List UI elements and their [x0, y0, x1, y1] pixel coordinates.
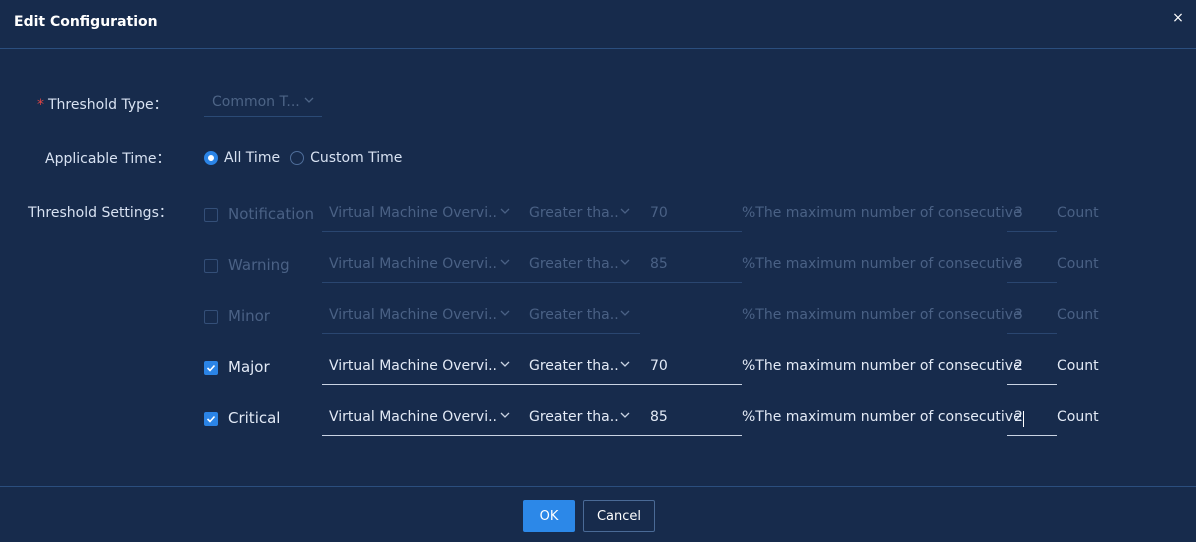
- operator-select[interactable]: Greater tha...: [522, 351, 640, 385]
- threshold-level-label: Minor: [228, 307, 270, 325]
- dialog-title: Edit Configuration: [14, 14, 158, 30]
- threshold-value-input[interactable]: [640, 300, 742, 334]
- threshold-type-label: * Threshold Type：: [37, 97, 168, 113]
- consecutive-description: %The maximum number of consecutive: [742, 256, 1022, 272]
- chevron-down-icon: [500, 361, 510, 367]
- minor-checkbox[interactable]: [204, 310, 218, 324]
- notification-checkbox[interactable]: [204, 208, 218, 222]
- threshold-row-critical: Critical Virtual Machine Overvi... Great…: [204, 402, 1124, 438]
- metric-select[interactable]: Virtual Machine Overvi...: [322, 402, 522, 436]
- edit-configuration-dialog: Edit Configuration × * Threshold Type： Co…: [0, 0, 1196, 542]
- operator-select[interactable]: Greater tha...: [522, 249, 640, 283]
- text-cursor: [1023, 411, 1024, 427]
- count-unit-label: Count: [1057, 205, 1099, 221]
- cancel-button[interactable]: Cancel: [583, 500, 655, 532]
- metric-select[interactable]: Virtual Machine Overvi...: [322, 300, 522, 334]
- threshold-row-warning: Warning Virtual Machine Overvi... Greate…: [204, 249, 1124, 285]
- major-checkbox[interactable]: [204, 361, 218, 375]
- consecutive-count-input[interactable]: 3: [1007, 249, 1057, 283]
- count-unit-label: Count: [1057, 307, 1099, 323]
- metric-select[interactable]: Virtual Machine Overvi...: [322, 198, 522, 232]
- chevron-down-icon: [500, 412, 510, 418]
- chevron-down-icon: [304, 97, 314, 103]
- applicable-time-radio-group: All Time Custom Time: [204, 148, 412, 168]
- threshold-settings-label: Threshold Settings：: [28, 205, 173, 221]
- threshold-type-select[interactable]: Common T...: [204, 89, 322, 117]
- chevron-down-icon: [620, 361, 630, 367]
- threshold-value-input[interactable]: 70: [640, 198, 742, 232]
- consecutive-description: %The maximum number of consecutive: [742, 205, 1022, 221]
- threshold-type-value: Common T...: [212, 94, 300, 110]
- threshold-level-label: Critical: [228, 409, 281, 427]
- chevron-down-icon: [500, 259, 510, 265]
- count-unit-label: Count: [1057, 256, 1099, 272]
- radio-custom-time[interactable]: [290, 151, 305, 165]
- chevron-down-icon: [620, 412, 630, 418]
- metric-select[interactable]: Virtual Machine Overvi...: [322, 249, 522, 283]
- consecutive-description: %The maximum number of consecutive: [742, 307, 1022, 323]
- threshold-row-minor: Minor Virtual Machine Overvi... Greater …: [204, 300, 1124, 336]
- operator-select[interactable]: Greater tha...: [522, 198, 640, 232]
- check-icon: [206, 415, 216, 423]
- dialog-header: Edit Configuration ×: [0, 0, 1196, 49]
- consecutive-description: %The maximum number of consecutive: [742, 358, 1022, 374]
- chevron-down-icon: [500, 310, 510, 316]
- required-asterisk-icon: *: [37, 97, 44, 113]
- chevron-down-icon: [620, 310, 630, 316]
- applicable-time-label: Applicable Time：: [45, 151, 171, 167]
- check-icon: [206, 364, 216, 372]
- close-icon[interactable]: ×: [1171, 11, 1185, 25]
- ok-button[interactable]: OK: [523, 500, 575, 532]
- consecutive-count-input[interactable]: 2: [1007, 402, 1057, 436]
- consecutive-count-input[interactable]: 2: [1007, 351, 1057, 385]
- radio-option-custom-time[interactable]: Custom Time: [290, 150, 402, 166]
- operator-select[interactable]: Greater tha...: [522, 300, 640, 334]
- consecutive-description: %The maximum number of consecutive: [742, 409, 1022, 425]
- radio-option-all-time[interactable]: All Time: [204, 150, 280, 166]
- operator-select[interactable]: Greater tha...: [522, 402, 640, 436]
- threshold-level-label: Notification: [228, 205, 315, 223]
- count-unit-label: Count: [1057, 409, 1099, 425]
- metric-select[interactable]: Virtual Machine Overvi...: [322, 351, 522, 385]
- chevron-down-icon: [620, 259, 630, 265]
- chevron-down-icon: [620, 208, 630, 214]
- threshold-row-notification: Notification Virtual Machine Overvi... G…: [204, 198, 1124, 234]
- threshold-level-label: Warning: [228, 256, 290, 274]
- threshold-value-input[interactable]: 85: [640, 402, 742, 436]
- radio-all-time[interactable]: [204, 151, 218, 165]
- consecutive-count-input[interactable]: 3: [1007, 300, 1057, 334]
- threshold-value-input[interactable]: 85: [640, 249, 742, 283]
- consecutive-count-input[interactable]: 3: [1007, 198, 1057, 232]
- dialog-footer: OK Cancel: [0, 486, 1196, 542]
- warning-checkbox[interactable]: [204, 259, 218, 273]
- chevron-down-icon: [500, 208, 510, 214]
- count-unit-label: Count: [1057, 358, 1099, 374]
- threshold-level-label: Major: [228, 358, 270, 376]
- critical-checkbox[interactable]: [204, 412, 218, 426]
- threshold-row-major: Major Virtual Machine Overvi... Greater …: [204, 351, 1124, 387]
- threshold-value-input[interactable]: 70: [640, 351, 742, 385]
